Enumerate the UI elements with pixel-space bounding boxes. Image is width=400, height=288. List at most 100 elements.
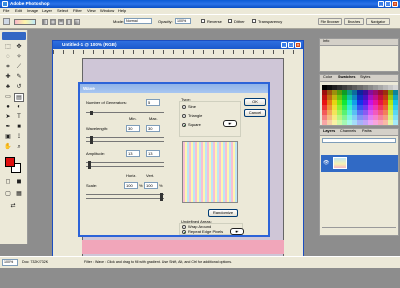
scale-vert-thumb[interactable] [160, 197, 163, 201]
healing-brush-tool-icon[interactable]: ✚ [3, 73, 13, 82]
wavelength-max-input[interactable]: 30 [146, 125, 160, 132]
menu-filter[interactable]: Filter [73, 9, 82, 13]
scale-horiz-input[interactable]: 100 [124, 182, 138, 189]
wavelength-max-thumb[interactable] [90, 140, 93, 144]
status-hint: Filter : Wave : Click and drag to fill w… [84, 260, 233, 264]
blend-mode-select[interactable] [322, 138, 396, 143]
swatch-grid[interactable] [322, 85, 398, 125]
blur-tool-icon[interactable]: ● [3, 103, 13, 112]
menu-edit[interactable]: Edit [15, 9, 22, 13]
tab-styles[interactable]: Styles [360, 75, 370, 80]
wavelength-min-slider[interactable] [86, 137, 164, 138]
zoom-tool-icon[interactable]: ⌕ [14, 143, 24, 152]
lasso-tool-icon[interactable]: ◌ [3, 53, 13, 62]
gradient-tool-icon[interactable]: ▤ [14, 93, 24, 102]
reflected-gradient-icon[interactable] [66, 19, 72, 25]
angle-gradient-icon[interactable] [58, 19, 64, 25]
diamond-gradient-icon[interactable] [74, 19, 80, 25]
menu-image[interactable]: Image [27, 9, 38, 13]
amplitude-min-input[interactable]: 13 [126, 150, 140, 157]
eyedropper-tool-icon[interactable]: ⟟ [14, 133, 24, 142]
linear-gradient-icon[interactable] [42, 19, 48, 25]
type-tool-icon[interactable]: T [14, 113, 24, 122]
zoom-field[interactable]: 100% [2, 259, 18, 266]
amplitude-max-thumb[interactable] [88, 165, 91, 169]
menu-file[interactable]: File [3, 9, 9, 13]
tab-info[interactable]: Info [323, 39, 329, 44]
hand-tool-icon[interactable]: ✋ [3, 143, 13, 152]
marquee-tool-icon[interactable]: ⬚ [3, 43, 13, 52]
tab-channels[interactable]: Channels [340, 129, 356, 134]
amplitude-min-slider[interactable] [86, 162, 164, 163]
tab-file-browser[interactable]: File Browser [318, 18, 342, 25]
generators-slider[interactable] [86, 112, 164, 113]
move-tool-icon[interactable]: ✥ [14, 43, 24, 52]
slice-tool-icon[interactable]: ⟋ [14, 63, 24, 72]
document-close-button[interactable]: × [295, 42, 301, 48]
menu-window[interactable]: Window [100, 9, 114, 13]
dither-checkbox[interactable] [228, 19, 232, 23]
ok-button[interactable]: OK [244, 98, 266, 106]
standard-mode-icon[interactable]: ◻ [3, 178, 13, 187]
menu-select[interactable]: Select [57, 9, 68, 13]
jump-to-imageready-icon[interactable]: ⇄ [8, 202, 18, 211]
repeat-edge-radio[interactable] [182, 230, 186, 234]
swatch-cell[interactable] [392, 120, 398, 125]
type-triangle-radio[interactable] [182, 114, 186, 118]
eye-icon[interactable]: 👁 [323, 160, 329, 166]
mode-select[interactable]: Normal [124, 18, 152, 24]
menu-layer[interactable]: Layer [42, 9, 52, 13]
scale-vert-slider[interactable] [86, 198, 164, 199]
type-square-radio[interactable] [182, 123, 186, 127]
eraser-tool-icon[interactable]: ▭ [3, 93, 13, 102]
foreground-color-swatch-front[interactable] [5, 157, 15, 167]
brush-tool-icon[interactable]: ✎ [14, 73, 24, 82]
screen-mode-full-icon[interactable]: ▦ [14, 190, 24, 199]
scale-horiz-slider[interactable] [86, 194, 164, 195]
tab-layers[interactable]: Layers [323, 129, 335, 134]
history-brush-tool-icon[interactable]: ↺ [14, 83, 24, 92]
notes-tool-icon[interactable]: ▣ [3, 133, 13, 142]
opacity-input[interactable]: 100% [175, 18, 191, 24]
wavelength-min-input[interactable]: 30 [126, 125, 140, 132]
transparency-checkbox[interactable] [252, 19, 256, 23]
clone-stamp-tool-icon[interactable]: ♣ [3, 83, 13, 92]
dodge-tool-icon[interactable]: ◐ [14, 103, 24, 112]
wrap-around-radio[interactable] [182, 225, 186, 229]
layer-row[interactable]: 👁 [321, 155, 398, 172]
minimize-button[interactable]: _ [378, 1, 384, 7]
amplitude-max-slider[interactable] [86, 166, 164, 167]
maximize-button[interactable]: □ [385, 1, 391, 7]
cancel-button[interactable]: Cancel [244, 109, 266, 117]
type-sine-radio[interactable] [182, 105, 186, 109]
shape-tool-icon[interactable]: ■ [14, 123, 24, 132]
generators-slider-thumb[interactable] [90, 111, 93, 115]
reverse-checkbox[interactable] [201, 19, 205, 23]
crop-tool-icon[interactable]: ⌗ [3, 63, 13, 72]
randomize-button[interactable]: Randomize [208, 209, 238, 217]
document-minimize-button[interactable]: _ [281, 42, 287, 48]
screen-mode-standard-icon[interactable]: ▢ [3, 190, 13, 199]
wavelength-max-slider[interactable] [86, 141, 164, 142]
magic-wand-tool-icon[interactable]: ✧ [14, 53, 24, 62]
menu-view[interactable]: View [87, 9, 96, 13]
tab-color[interactable]: Color [323, 75, 332, 80]
tab-brushes[interactable]: Brushes [344, 18, 364, 25]
document-maximize-button[interactable]: □ [288, 42, 294, 48]
pen-tool-icon[interactable]: ✒ [3, 123, 13, 132]
quick-mask-mode-icon[interactable]: ◼ [14, 178, 24, 187]
tab-paths[interactable]: Paths [362, 129, 372, 134]
amplitude-max-input[interactable]: 13 [146, 150, 160, 157]
tab-navigator[interactable]: Navigator [366, 18, 390, 25]
gradient-tool-icon[interactable] [3, 18, 10, 25]
gradient-picker[interactable] [14, 19, 36, 25]
menu-help[interactable]: Help [118, 9, 126, 13]
scale-vert-input[interactable]: 100 [144, 182, 158, 189]
close-button[interactable]: × [392, 1, 398, 7]
tab-swatches[interactable]: Swatches [338, 75, 356, 80]
app-title-bar: Adobe Photoshop _ □ × [0, 0, 400, 8]
generators-input[interactable]: 5 [146, 99, 160, 106]
path-selection-tool-icon[interactable]: ➤ [3, 113, 13, 122]
vert-label: Vert. [146, 173, 155, 178]
radial-gradient-icon[interactable] [50, 19, 56, 25]
